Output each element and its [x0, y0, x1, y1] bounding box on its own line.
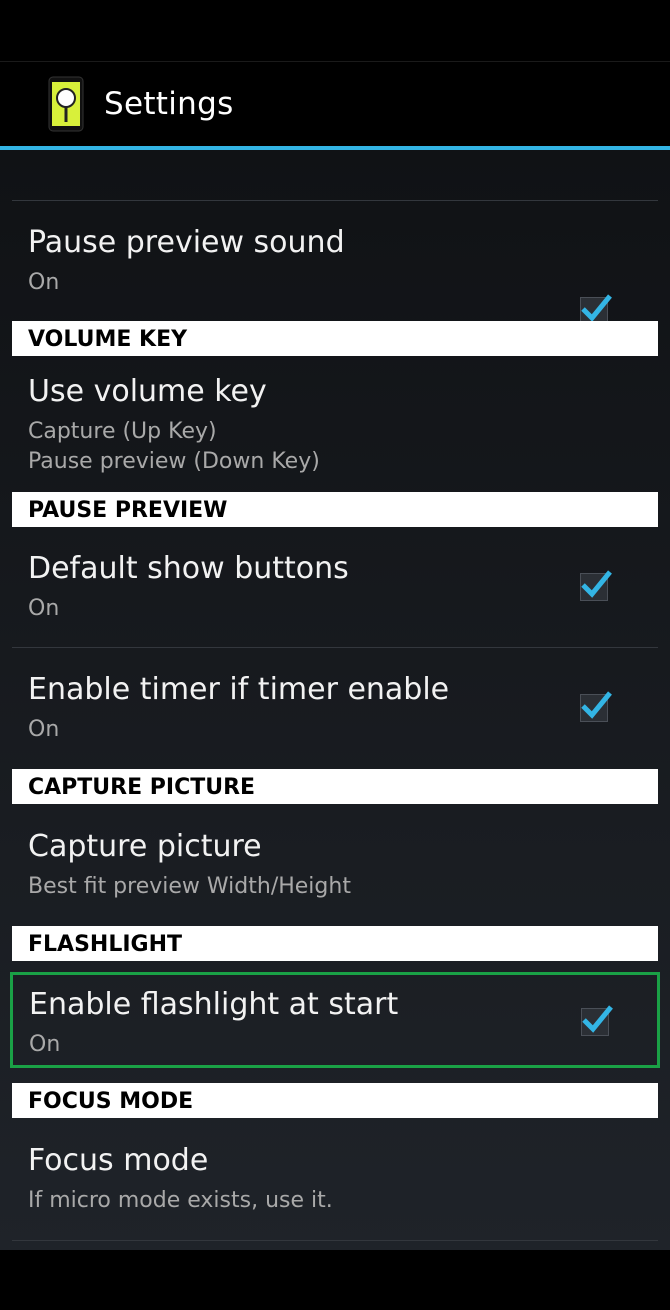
pref-summary: Best fit preview Width/Height	[28, 874, 351, 899]
category-flashlight: FLASHLIGHT	[12, 926, 658, 961]
pref-summary: On	[28, 270, 60, 295]
checkbox-checked[interactable]	[581, 1005, 613, 1036]
pref-focus-mode[interactable]: Focus mode If micro mode exists, use it.	[12, 1118, 658, 1240]
action-bar: Settings	[0, 61, 670, 146]
pref-title: Use volume key	[28, 374, 267, 409]
pref-summary-line2: Pause preview (Down Key)	[28, 449, 320, 474]
checkbox-checked[interactable]	[580, 570, 612, 601]
pref-title: Capture picture	[28, 829, 262, 864]
pref-enable-timer[interactable]: Enable timer if timer enable On	[12, 648, 658, 768]
status-bar	[0, 0, 670, 61]
pref-title: Pause preview sound	[28, 225, 345, 260]
checkmark-icon	[581, 691, 612, 719]
category-pause-preview: PAUSE PREVIEW	[12, 492, 658, 527]
category-capture-picture: CAPTURE PICTURE	[12, 769, 658, 804]
pref-title: Focus mode	[28, 1143, 209, 1178]
checkmark-icon	[581, 570, 612, 598]
checkmark-icon	[582, 1005, 613, 1033]
pref-title: Default show buttons	[28, 551, 349, 586]
pref-summary-line1: Capture (Up Key)	[28, 419, 217, 444]
settings-list[interactable]: On Pause preview sound On VOLUME KEY Use…	[0, 150, 670, 1250]
divider	[12, 1240, 658, 1241]
pref-capture-picture[interactable]: Capture picture Best fit preview Width/H…	[12, 804, 658, 926]
pref-title: Enable flashlight at start	[29, 987, 399, 1022]
pref-enable-flashlight[interactable]: Enable flashlight at start On	[10, 972, 660, 1068]
magnifier-app-icon[interactable]	[48, 76, 84, 132]
pref-use-volume-key[interactable]: Use volume key Capture (Up Key) Pause pr…	[12, 356, 658, 492]
page-title: Settings	[104, 86, 234, 122]
pref-summary: On	[28, 596, 60, 621]
navigation-bar	[0, 1250, 670, 1310]
pref-summary: If micro mode exists, use it.	[28, 1188, 333, 1213]
pref-summary: On	[28, 717, 60, 742]
pref-title: Enable timer if timer enable	[28, 672, 450, 707]
pref-summary: On	[29, 1032, 61, 1057]
pref-default-show-buttons[interactable]: Default show buttons On	[12, 527, 658, 647]
pref-pause-preview-sound[interactable]: Pause preview sound On	[12, 201, 658, 325]
category-volume-key: VOLUME KEY	[12, 321, 658, 356]
pref-partial[interactable]: On	[12, 150, 658, 200]
checkbox-checked[interactable]	[580, 691, 612, 722]
category-focus-mode: FOCUS MODE	[12, 1083, 658, 1118]
